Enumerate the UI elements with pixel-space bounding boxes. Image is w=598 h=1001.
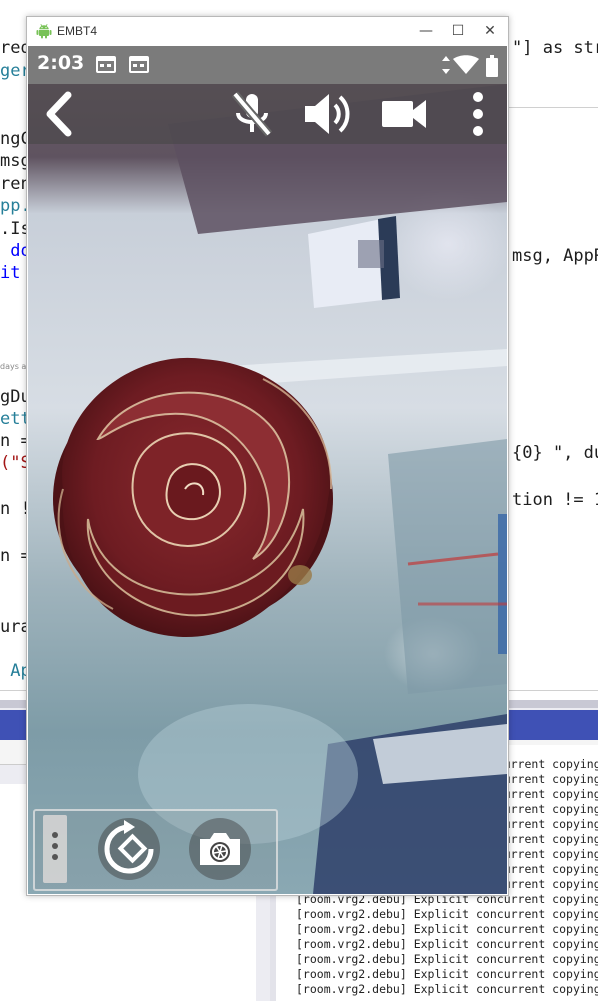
phone-screen: 2:03 — [28, 46, 507, 894]
videocam-icon[interactable] — [379, 91, 429, 137]
close-button[interactable]: ✕ — [477, 20, 503, 42]
emulator-window: EMBT4 — ☐ ✕ 2:03 — [26, 16, 509, 896]
rose-object — [53, 357, 333, 638]
code-fragment: tion != 15 — [512, 490, 598, 510]
mic-off-icon[interactable] — [227, 91, 277, 137]
code-line: it — [0, 263, 21, 283]
camera-controls-panel — [33, 809, 278, 891]
volume-icon[interactable] — [302, 91, 352, 137]
shutter-camera-icon[interactable] — [188, 815, 252, 883]
output-line: [room.vrg2.debu] Explicit concurrent cop… — [296, 922, 598, 936]
status-time: 2:03 — [37, 52, 85, 74]
camera-preview-scene — [53, 84, 507, 894]
back-arrow-icon[interactable] — [34, 91, 84, 137]
more-vert-icon[interactable] — [453, 91, 503, 137]
battery-icon — [486, 55, 498, 77]
status-bar: 2:03 — [28, 46, 507, 84]
output-line: [room.vrg2.debu] Explicit concurrent cop… — [296, 982, 598, 996]
output-line: [room.vrg2.debu] Explicit concurrent cop… — [296, 952, 598, 966]
android-icon — [36, 24, 52, 39]
emulator-title: EMBT4 — [57, 24, 98, 38]
camera-preview[interactable] — [28, 84, 507, 894]
maximize-button[interactable]: ☐ — [445, 20, 471, 42]
minimize-button[interactable]: — — [413, 20, 439, 42]
output-line: [room.vrg2.debu] Explicit concurrent cop… — [296, 907, 598, 921]
output-line: [room.vrg2.debu] Explicit concurrent cop… — [296, 937, 598, 951]
drag-handle-icon[interactable] — [43, 815, 67, 883]
emulator-titlebar[interactable]: EMBT4 — ☐ ✕ — [27, 17, 508, 46]
code-fragment: "] as str — [512, 38, 598, 58]
codelens-hint: days a — [0, 362, 27, 371]
divider — [508, 107, 598, 108]
calendar-notification-icon — [96, 56, 116, 73]
code-fragment: msg, AppR — [512, 246, 598, 266]
data-transfer-icon — [442, 56, 450, 74]
wifi-icon — [453, 55, 479, 74]
camera-app-bar — [28, 84, 507, 144]
code-fragment: {0} ", du — [512, 443, 598, 463]
calendar-notification-icon — [129, 56, 149, 73]
rotate-camera-icon[interactable] — [97, 815, 161, 883]
output-line: [room.vrg2.debu] Explicit concurrent cop… — [296, 967, 598, 981]
